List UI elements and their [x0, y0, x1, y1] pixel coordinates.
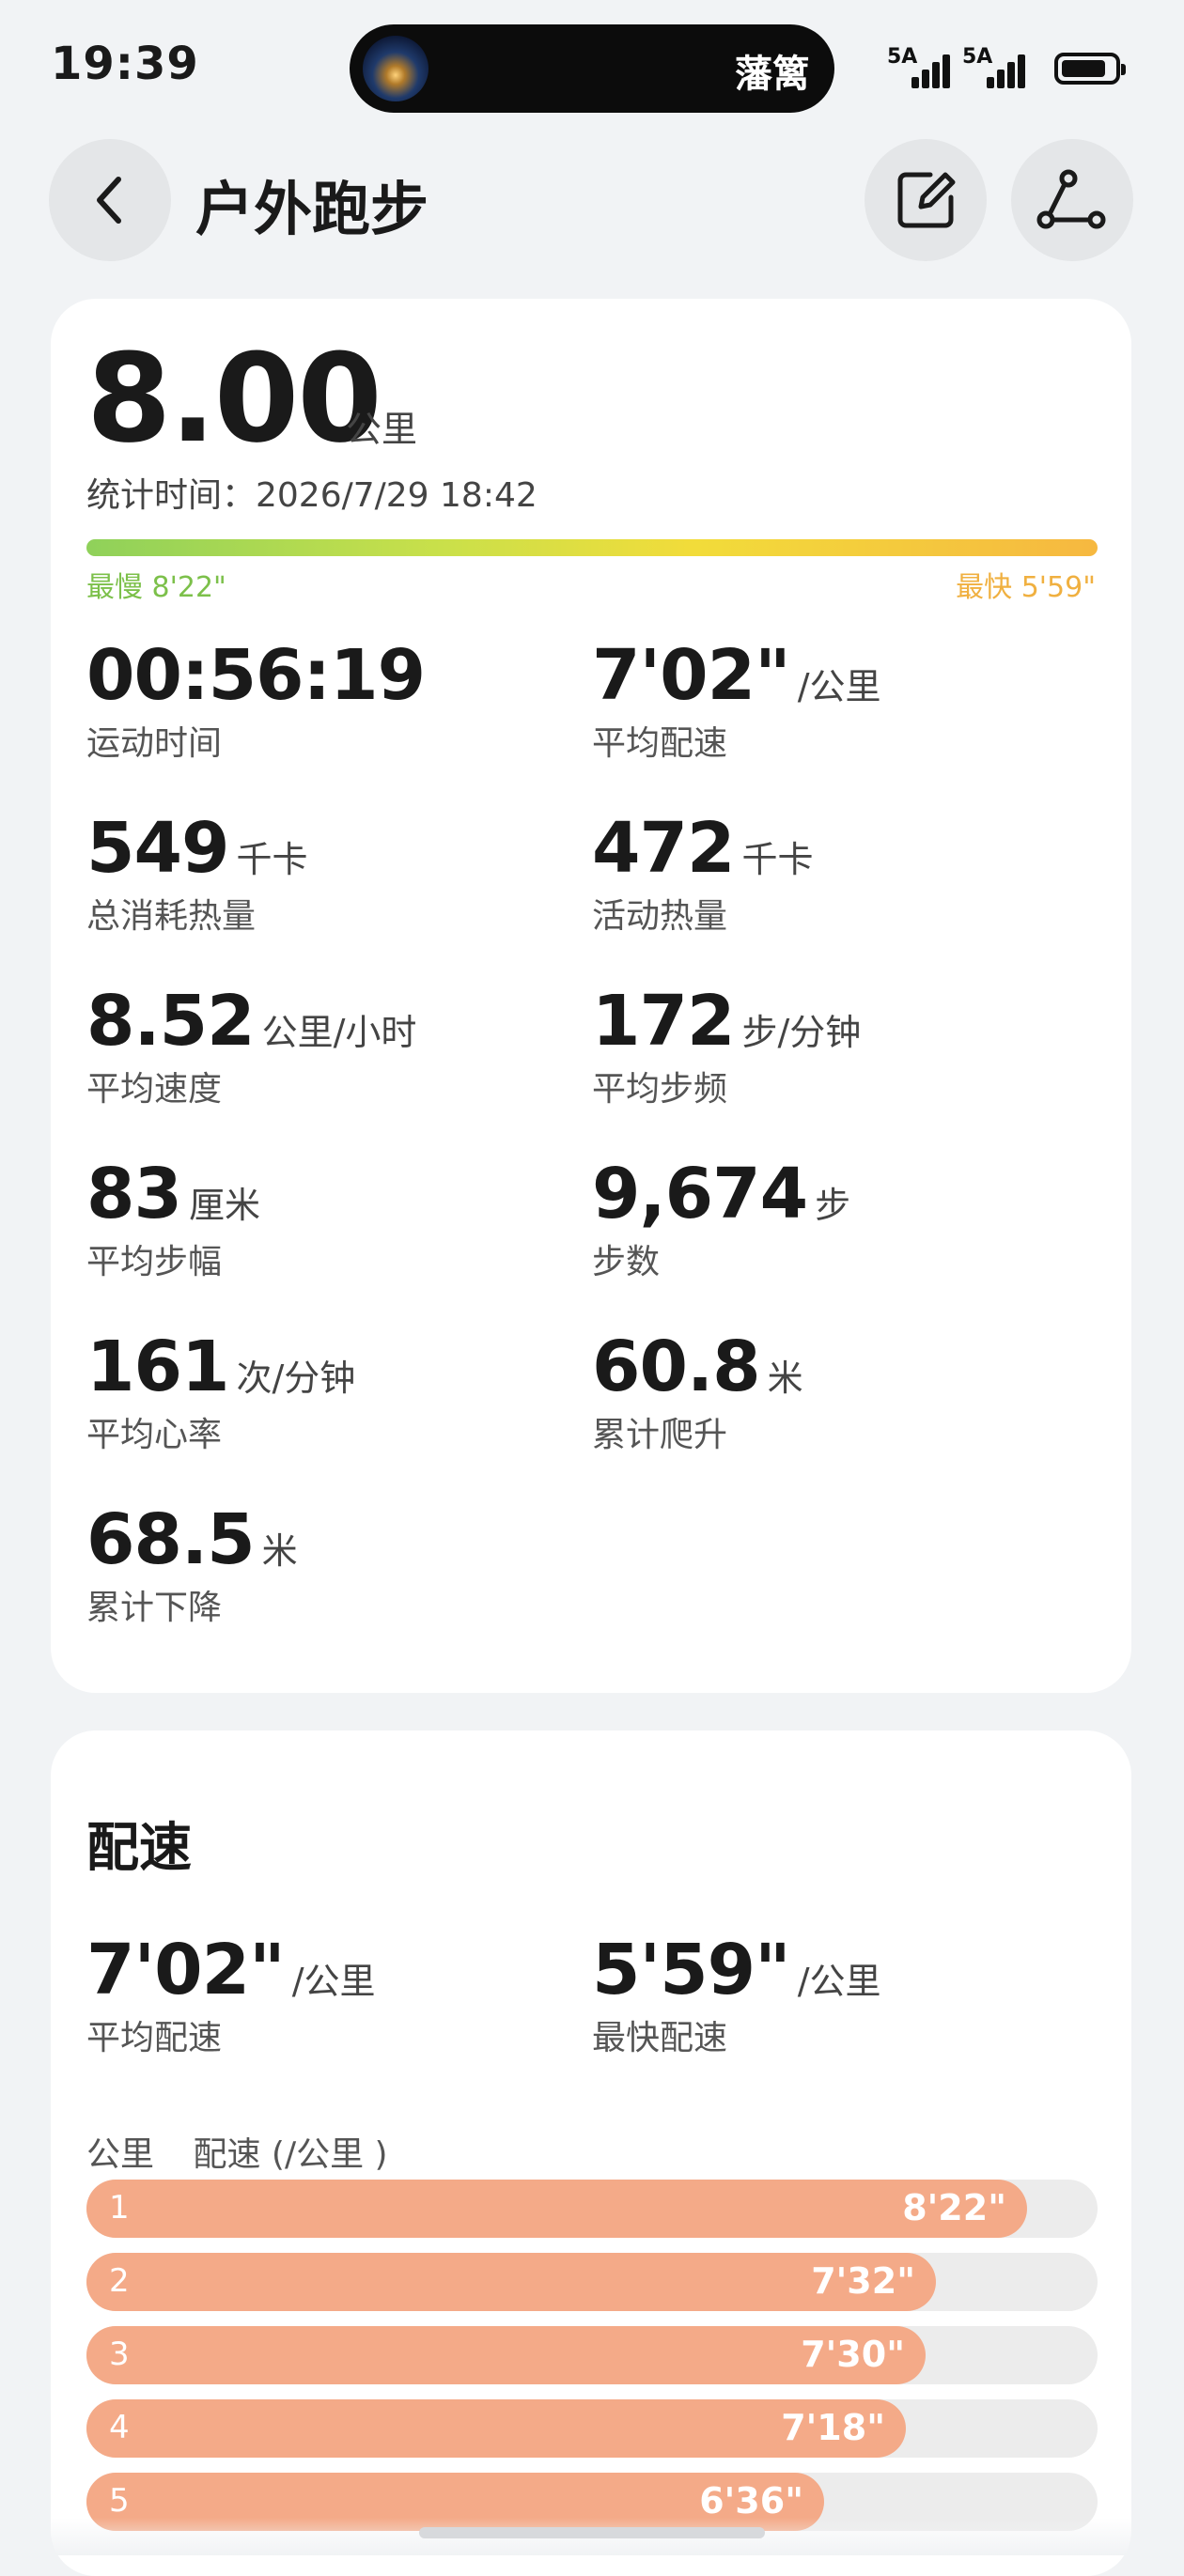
split-row: 4 7'18" — [86, 2399, 1098, 2458]
battery-icon — [1054, 53, 1126, 85]
home-indicator[interactable] — [419, 2527, 765, 2538]
fastest-pace: 最快 5'59" — [956, 571, 1096, 604]
splits-col-km: 公里 — [86, 2135, 155, 2174]
split-row: 2 7'32" — [86, 2253, 1098, 2311]
split-bar — [86, 2326, 926, 2384]
metric-heart-rate: 161 次/分钟 平均心率 — [86, 1327, 356, 1454]
status-time: 19:39 — [51, 38, 199, 90]
dynamic-island[interactable]: 藩篱 — [350, 24, 834, 113]
metric-avg-speed: 8.52 公里/小时 平均速度 — [86, 981, 417, 1109]
route-button[interactable] — [1011, 139, 1133, 261]
splits-col-pace: 配速 (/公里 ) — [193, 2135, 388, 2174]
slowest-pace: 最慢 8'22" — [86, 571, 226, 604]
split-pace-label: 6'36" — [699, 2480, 803, 2522]
stat-time: 统计时间：2026/7/29 18:42 — [86, 476, 537, 515]
split-km-label: 1 — [109, 2189, 130, 2227]
metric-avg-pace: 7'02"/公里 平均配速 — [592, 635, 881, 763]
summary-card: 8.00 公里 统计时间：2026/7/29 18:42 最慢 8'22" 最快… — [51, 299, 1131, 1693]
split-pace-label: 7'32" — [811, 2260, 915, 2302]
split-pace-label: 7'18" — [781, 2407, 885, 2448]
pace-card[interactable]: 配速 7'02"/公里 平均配速 5'59"/公里 最快配速 公里 配速 (/公… — [51, 1730, 1131, 2576]
metric-descent: 68.5 米 累计下降 — [86, 1499, 298, 1627]
edit-button[interactable] — [865, 139, 987, 261]
island-title: 藩篱 — [735, 53, 810, 96]
splits-header: 公里 配速 (/公里 ) — [86, 2127, 416, 2176]
split-bar — [86, 2180, 1027, 2238]
split-km-label: 3 — [109, 2335, 130, 2373]
split-bar — [86, 2253, 936, 2311]
metric-total-calories: 549 千卡 总消耗热量 — [86, 808, 308, 936]
metric-stride: 83 厘米 平均步幅 — [86, 1154, 260, 1281]
metric-steps: 9,674 步 步数 — [592, 1154, 851, 1281]
metric-cadence: 172 步/分钟 平均步频 — [592, 981, 862, 1109]
metric-duration: 00:56:19 运动时间 — [86, 635, 426, 763]
pace-gradient-bar — [86, 539, 1098, 556]
music-artwork-icon — [363, 36, 428, 101]
metric-active-calories: 472 千卡 活动热量 — [592, 808, 814, 936]
pace-avg: 7'02"/公里 平均配速 — [86, 1930, 376, 2057]
split-km-label: 5 — [109, 2482, 130, 2520]
split-km-label: 4 — [109, 2409, 130, 2446]
pace-section-title: 配速 — [86, 1818, 192, 1879]
distance-unit: 公里 — [346, 409, 418, 450]
edit-icon — [897, 172, 956, 228]
status-bar: 19:39 藩篱 5A 5A — [0, 0, 1184, 132]
distance-value: 8.00 — [86, 327, 382, 470]
back-button[interactable] — [49, 139, 171, 261]
chevron-left-icon — [97, 177, 121, 224]
route-icon — [1036, 169, 1106, 229]
split-row: 3 7'30" — [86, 2326, 1098, 2384]
split-km-label: 2 — [109, 2262, 130, 2300]
page-title: 户外跑步 — [195, 175, 429, 243]
split-pace-label: 7'30" — [801, 2334, 905, 2375]
split-pace-label: 8'22" — [902, 2187, 1006, 2228]
split-row: 1 8'22" — [86, 2180, 1098, 2238]
metric-ascent: 60.8 米 累计爬升 — [592, 1327, 803, 1454]
pace-fastest: 5'59"/公里 最快配速 — [592, 1930, 881, 2057]
